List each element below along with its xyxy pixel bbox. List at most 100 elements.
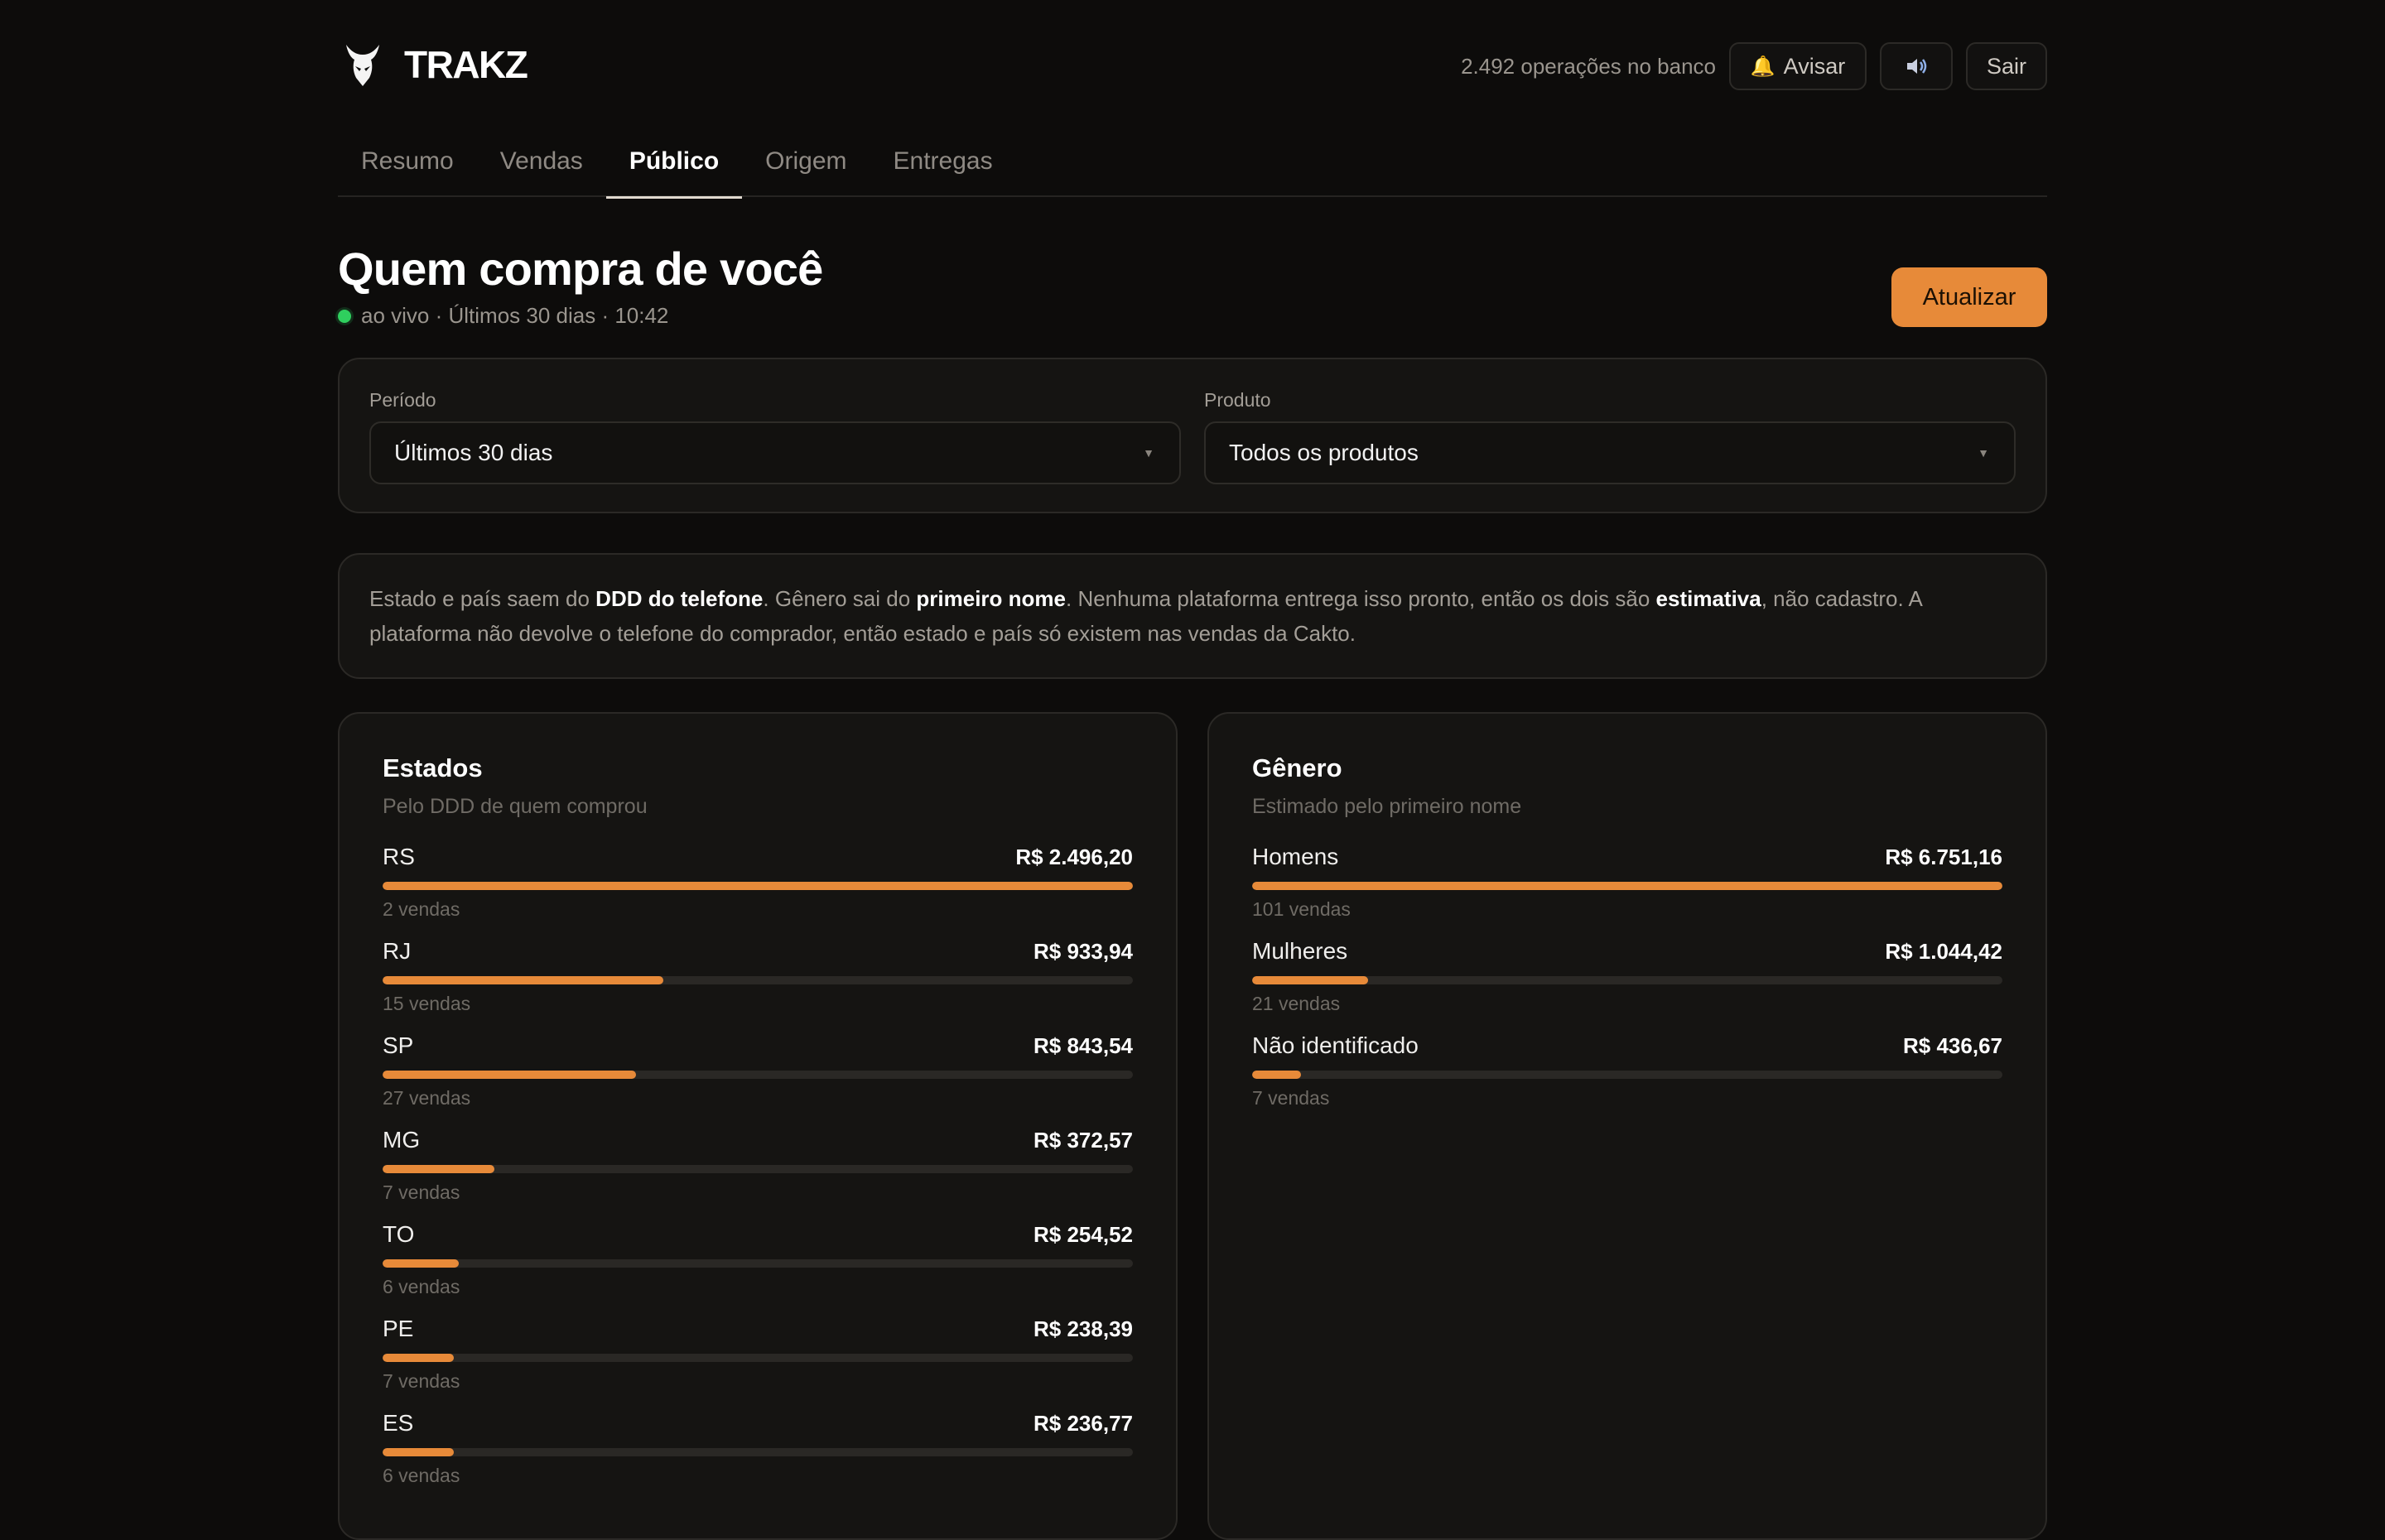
row-count: 2 vendas: [383, 898, 460, 920]
chevron-down-icon: ▼: [1978, 446, 1989, 460]
period-label: Período: [369, 389, 436, 411]
info-note: Estado e país saem do DDD do telefone. G…: [338, 553, 2047, 679]
brand-name: TRAKZ: [404, 43, 528, 86]
bar-fill: [1252, 976, 1369, 984]
row-header: RS R$ 2.496,20: [383, 844, 1133, 870]
info-bold: DDD do telefone: [595, 586, 764, 611]
row-count: 101 vendas: [1252, 898, 1351, 920]
row-value: R$ 236,77: [1034, 1411, 1133, 1436]
list-item: RJ R$ 933,94 15 vendas: [383, 938, 1133, 1032]
product-select-value: Todos os produtos: [1229, 440, 1419, 465]
row-value: R$ 933,94: [1034, 939, 1133, 964]
devil-logo-icon: [346, 45, 379, 86]
list-item: RS R$ 2.496,20 2 vendas: [383, 844, 1133, 938]
nav-tabs: Resumo Vendas Público Origem Entregas: [338, 139, 2047, 199]
bar-fill: [383, 1354, 455, 1362]
list-item: TO R$ 254,52 6 vendas: [383, 1221, 1133, 1316]
states-subtitle: Pelo DDD de quem comprou: [383, 795, 648, 818]
gender-subtitle: Estimado pelo primeiro nome: [1252, 795, 1522, 818]
bar-track: [383, 882, 1133, 890]
row-count: 7 vendas: [1252, 1087, 1330, 1109]
bar-track: [383, 1354, 1133, 1362]
row-header: TO R$ 254,52: [383, 1221, 1133, 1248]
row-value: R$ 2.496,20: [1015, 845, 1133, 869]
bar-track: [383, 1448, 1133, 1456]
row-label: Homens: [1252, 844, 1339, 869]
logout-button[interactable]: Sair: [1966, 42, 2047, 90]
row-label: ES: [383, 1410, 414, 1436]
row-value: R$ 1.044,42: [1885, 939, 2002, 964]
row-count: 6 vendas: [383, 1276, 460, 1297]
list-item: Homens R$ 6.751,16 101 vendas: [1252, 844, 2002, 938]
states-list: RS R$ 2.496,20 2 vendas RJ R$ 933,94 15 venda…: [383, 844, 1133, 1504]
bar-fill: [383, 1165, 494, 1173]
row-count: 15 vendas: [383, 993, 471, 1014]
tab-origem[interactable]: Origem: [742, 139, 870, 197]
row-label: PE: [383, 1316, 414, 1341]
info-bold: estimativa: [1655, 586, 1761, 611]
bar-track: [1252, 976, 2002, 984]
sound-toggle-button[interactable]: [1880, 42, 1953, 90]
live-status-text: ao vivo · Últimos 30 dias · 10:42: [361, 303, 669, 328]
row-header: PE R$ 238,39: [383, 1316, 1133, 1342]
bar-track: [1252, 882, 2002, 890]
period-select[interactable]: Últimos 30 dias ▼: [369, 421, 1181, 484]
bar-track: [1252, 1071, 2002, 1079]
bar-fill: [383, 882, 1133, 890]
period-select-value: Últimos 30 dias: [394, 440, 553, 465]
live-status: ao vivo · Últimos 30 dias · 10:42: [338, 303, 668, 329]
states-panel: Estados Pelo DDD de quem comprou RS R$ 2.…: [338, 712, 1178, 1540]
row-value: R$ 843,54: [1034, 1033, 1133, 1058]
info-bold: primeiro nome: [916, 586, 1066, 611]
chevron-down-icon: ▼: [1143, 446, 1154, 460]
bar-fill: [383, 1448, 455, 1456]
tab-publico[interactable]: Público: [605, 139, 743, 199]
gender-title: Gênero: [1252, 753, 1342, 782]
bar-fill: [383, 1071, 637, 1079]
info-text: . Nenhuma plataforma entrega isso pronto…: [1066, 586, 1656, 611]
header-actions: 2.492 operações no banco 🔔 Avisar Sair: [1461, 42, 2047, 90]
tab-resumo[interactable]: Resumo: [338, 139, 477, 197]
info-text: Estado e país saem do: [369, 586, 596, 611]
row-header: Homens R$ 6.751,16: [1252, 844, 2002, 870]
row-count: 7 vendas: [383, 1370, 460, 1392]
live-indicator-icon: [338, 309, 351, 323]
tab-vendas[interactable]: Vendas: [477, 139, 606, 197]
row-label: Mulheres: [1252, 938, 1348, 964]
states-title: Estados: [383, 753, 483, 782]
product-select[interactable]: Todos os produtos ▼: [1204, 421, 2016, 484]
row-label: RS: [383, 844, 415, 869]
row-label: RJ: [383, 938, 412, 964]
top-header: TRAKZ 2.492 operações no banco 🔔 Avisar …: [338, 40, 2047, 93]
page-title: Quem compra de você: [338, 243, 823, 295]
bar-fill: [1252, 882, 2002, 890]
gender-list: Homens R$ 6.751,16 101 vendas Mulheres R$ 1.…: [1252, 844, 2002, 1127]
row-count: 6 vendas: [383, 1465, 460, 1486]
row-header: SP R$ 843,54: [383, 1032, 1133, 1059]
operations-count: 2.492 operações no banco: [1461, 53, 1716, 79]
notify-button[interactable]: 🔔 Avisar: [1729, 42, 1867, 90]
row-label: SP: [383, 1032, 414, 1058]
list-item: SP R$ 843,54 27 vendas: [383, 1032, 1133, 1127]
bar-fill: [1252, 1071, 1301, 1079]
product-label: Produto: [1204, 389, 1271, 411]
row-count: 27 vendas: [383, 1087, 471, 1109]
bar-track: [383, 976, 1133, 984]
row-count: 7 vendas: [383, 1181, 460, 1203]
row-label: MG: [383, 1127, 421, 1153]
row-header: ES R$ 236,77: [383, 1410, 1133, 1437]
list-item: Não identificado R$ 436,67 7 vendas: [1252, 1032, 2002, 1127]
filters-card: Período Últimos 30 dias ▼ Produto Todos …: [338, 358, 2047, 513]
notify-button-label: Avisar: [1783, 53, 1846, 79]
info-text: . Gênero sai do: [763, 586, 917, 611]
tab-entregas[interactable]: Entregas: [870, 139, 1016, 197]
list-item: PE R$ 238,39 7 vendas: [383, 1316, 1133, 1410]
row-header: MG R$ 372,57: [383, 1127, 1133, 1153]
refresh-button[interactable]: Atualizar: [1891, 267, 2047, 327]
bar-fill: [383, 1259, 460, 1268]
row-header: Não identificado R$ 436,67: [1252, 1032, 2002, 1059]
row-value: R$ 6.751,16: [1885, 845, 2002, 869]
gender-panel: Gênero Estimado pelo primeiro nome Homen…: [1207, 712, 2047, 1540]
brand[interactable]: TRAKZ: [343, 41, 528, 88]
row-count: 21 vendas: [1252, 993, 1341, 1014]
